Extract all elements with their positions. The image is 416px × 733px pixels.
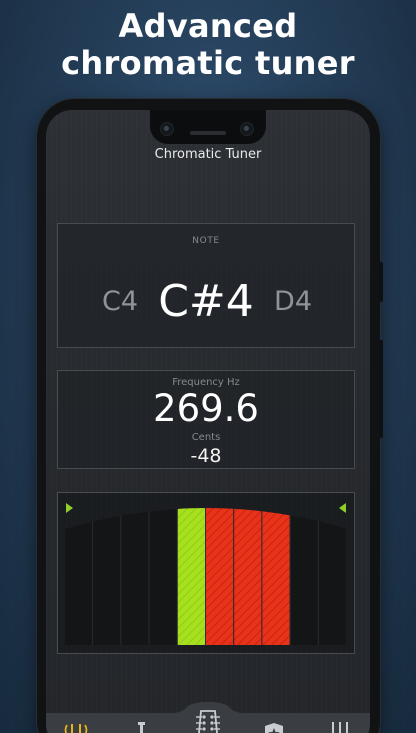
meter-segment-divider bbox=[289, 508, 291, 645]
frequency-value: 269.6 bbox=[153, 387, 259, 430]
meter-segment bbox=[65, 508, 93, 645]
meter-segment-divider bbox=[261, 508, 263, 645]
tab-games[interactable] bbox=[122, 716, 162, 733]
cents-value: -48 bbox=[190, 445, 222, 467]
meter-segment-divider bbox=[120, 508, 122, 645]
meter-segment-sharp bbox=[206, 508, 234, 645]
note-panel: NOTE C4 C#4 D4 bbox=[57, 223, 355, 348]
tuning-meter bbox=[65, 508, 346, 645]
next-note: D4 bbox=[274, 286, 312, 317]
meter-segment bbox=[93, 508, 121, 645]
meter-segment bbox=[290, 508, 318, 645]
phone-notch bbox=[150, 110, 266, 144]
meter-segment-sharp bbox=[262, 508, 290, 645]
guitar-headstock-icon bbox=[196, 710, 220, 733]
tab-tuner[interactable] bbox=[56, 716, 96, 733]
headline-line-1: Advanced bbox=[118, 7, 298, 45]
meter-segment-divider bbox=[317, 508, 319, 645]
meter-segment-divider bbox=[233, 508, 235, 645]
tab-instruments[interactable] bbox=[320, 716, 360, 733]
front-camera-left bbox=[160, 122, 174, 136]
shield-star-icon bbox=[265, 723, 283, 733]
app-title: Chromatic Tuner bbox=[154, 147, 262, 162]
meter-segment-sharp bbox=[234, 508, 262, 645]
tab-headstock[interactable] bbox=[188, 708, 228, 733]
note-label: NOTE bbox=[192, 236, 220, 246]
headline-line-2: chromatic tuner bbox=[61, 44, 355, 82]
frequency-panel: Frequency Hz 269.6 Cents -48 bbox=[57, 370, 355, 469]
meter-segment-in-tune bbox=[177, 508, 205, 645]
phone-volume-button bbox=[379, 340, 383, 438]
meter-segment bbox=[121, 508, 149, 645]
guitar-gamepad-icon bbox=[138, 722, 145, 733]
meter-segment bbox=[318, 508, 346, 645]
meter-segment-divider bbox=[148, 508, 150, 645]
phone-side-button bbox=[379, 262, 383, 302]
app-screen: Chromatic Tuner NOTE C4 C#4 D4 Frequency… bbox=[46, 110, 370, 733]
tuning-meter-panel bbox=[57, 492, 355, 654]
bottom-tab-bar bbox=[46, 702, 370, 733]
tab-favorites[interactable] bbox=[254, 716, 294, 733]
headline: Advanced chromatic tuner bbox=[0, 8, 416, 82]
cents-label: Cents bbox=[191, 432, 221, 443]
earpiece-speaker bbox=[190, 131, 226, 135]
multiple-guitars-icon bbox=[332, 722, 348, 733]
tuning-fork-icon bbox=[64, 724, 88, 733]
meter-segment-divider bbox=[176, 508, 178, 645]
front-camera-right bbox=[240, 122, 254, 136]
meter-segment-divider bbox=[92, 508, 94, 645]
meter-segment-divider bbox=[205, 508, 206, 645]
meter-segment bbox=[149, 508, 177, 645]
